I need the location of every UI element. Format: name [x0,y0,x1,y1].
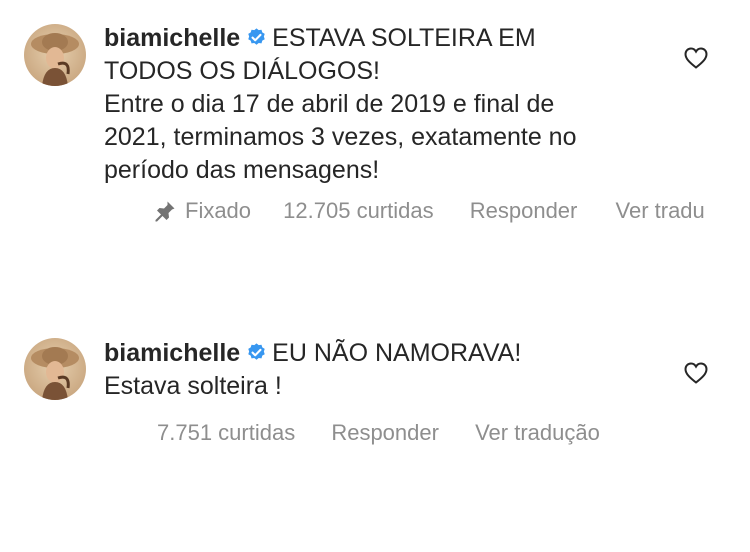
comment-line-4: 2021, terminamos 3 vezes, exatamente no [104,123,577,151]
comment-line-2: Estava solteira ! [104,372,282,400]
verified-badge-icon [246,24,267,45]
comment-line-3: Entre o dia 17 de abril de 2019 e final … [104,90,555,118]
avatar[interactable] [24,338,86,400]
comment-line-2: TODOS OS DIÁLOGOS! [104,57,380,85]
username[interactable]: biamichelle [104,24,240,52]
heart-outline-icon[interactable] [684,362,708,384]
username[interactable]: biamichelle [104,339,240,367]
comment-text: biamichelle EU NÃO NAMORAVA! Estava solte… [104,337,664,403]
see-translation-button[interactable]: Ver tradução [475,419,600,447]
heart-outline-icon[interactable] [684,47,708,69]
verified-badge-icon [246,339,267,360]
comment-actions: Fixado 12.705 curtidas Responder Ver tra… [153,196,705,225]
pin-icon [153,199,177,223]
avatar[interactable] [24,24,86,86]
comment-line-5: período das mensagens! [104,156,380,184]
comment-line-1: ESTAVA SOLTEIRA EM [272,24,536,52]
comment-text: biamichelle ESTAVA SOLTEIRA EM TODOS OS D… [104,22,664,187]
likes-count[interactable]: 7.751 curtidas [157,419,295,447]
comment-actions: 7.751 curtidas Responder Ver tradução [157,418,600,447]
comments-screen: biamichelle ESTAVA SOLTEIRA EM TODOS OS D… [0,0,750,552]
reply-button[interactable]: Responder [470,197,578,225]
likes-count[interactable]: 12.705 curtidas [283,197,433,225]
comment-line-1: EU NÃO NAMORAVA! [272,339,522,367]
see-translation-button[interactable]: Ver tradu [616,197,705,225]
reply-button[interactable]: Responder [331,419,439,447]
pinned-label: Fixado [185,198,252,224]
